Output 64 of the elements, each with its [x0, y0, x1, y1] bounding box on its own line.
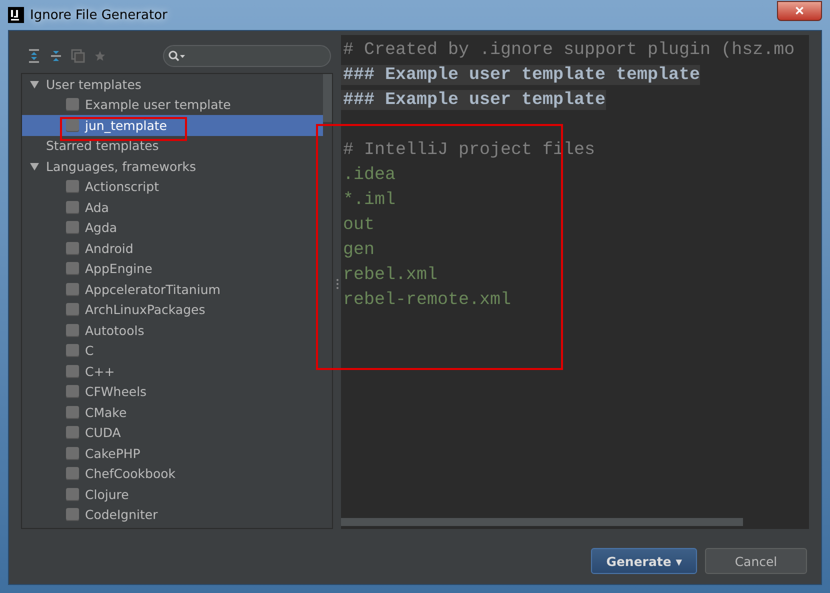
tree-item[interactable]: CodeIgniter [22, 504, 323, 525]
checkbox[interactable] [66, 118, 79, 132]
window-title: Ignore File Generator [30, 8, 168, 22]
tree-group-label[interactable]: Starred templates [46, 138, 159, 154]
checkbox[interactable] [66, 282, 79, 296]
checkbox[interactable] [66, 324, 79, 337]
tree-group-label[interactable]: User templates [46, 76, 142, 92]
tree-item[interactable]: Clojure [22, 484, 323, 504]
search-field[interactable] [163, 45, 331, 67]
scrollbar[interactable] [341, 518, 743, 526]
tree-item[interactable]: C++ [22, 361, 323, 382]
star-icon[interactable] [93, 49, 107, 63]
generate-button[interactable]: Generate ▾ [591, 548, 697, 574]
code-line: .idea [342, 164, 396, 184]
checkbox[interactable] [66, 262, 79, 276]
checkbox[interactable] [66, 385, 79, 398]
checkbox[interactable] [66, 344, 79, 358]
cancel-button[interactable]: Cancel [705, 548, 807, 574]
tree-item[interactable]: Agda [22, 218, 323, 238]
code-line: gen [342, 240, 375, 260]
search-icon [168, 50, 186, 62]
tree-group-label[interactable]: Languages, frameworks [46, 158, 196, 174]
code-line: # Created by .ignore support plugin (hsz.mo [342, 40, 795, 60]
code-line: rebel-remote.xml [342, 290, 512, 310]
tree-item[interactable]: CUDA [22, 422, 323, 443]
tree-item[interactable]: Actionscript [22, 176, 323, 197]
tree-item[interactable]: AppEngine [22, 258, 323, 279]
checkbox[interactable] [66, 180, 79, 194]
tree-item[interactable]: ArchLinuxPackages [22, 300, 323, 320]
checkbox[interactable] [66, 467, 79, 480]
splitter-handle-icon[interactable] [336, 278, 338, 290]
tree-item[interactable]: CMake [22, 402, 323, 422]
app-logo-icon [8, 7, 24, 23]
tree-item[interactable]: CakePHP [22, 443, 323, 464]
tree-item[interactable]: Autotools [22, 320, 323, 340]
code-line: out [342, 214, 375, 234]
tree-item[interactable]: ChefCookbook [22, 464, 323, 484]
code-line: rebel.xml [342, 264, 438, 284]
expand-arrow-icon[interactable] [30, 80, 38, 89]
checkbox[interactable] [66, 303, 79, 316]
checkbox[interactable] [66, 488, 79, 501]
checkbox[interactable] [66, 98, 79, 112]
checkbox[interactable] [66, 406, 79, 419]
tree-item[interactable]: AppceleratorTitanium [22, 279, 323, 300]
checkbox[interactable] [66, 242, 79, 255]
code-line: *.iml [342, 190, 396, 210]
checkbox[interactable] [66, 200, 79, 214]
checkbox[interactable] [66, 364, 79, 378]
checkbox[interactable] [66, 221, 79, 234]
tree-item[interactable]: jun_template [22, 115, 323, 136]
tree-item[interactable]: CFWheels [22, 382, 323, 402]
tree-item[interactable]: Android [22, 238, 323, 258]
expand-arrow-icon[interactable] [30, 162, 38, 171]
copy-icon[interactable] [71, 49, 85, 63]
collapse-all-icon[interactable] [49, 49, 63, 63]
checkbox[interactable] [66, 446, 79, 460]
scrollbar[interactable] [323, 74, 332, 122]
close-button[interactable]: ✕ [777, 1, 822, 21]
tree-item[interactable]: Ada [22, 197, 323, 218]
checkbox[interactable] [66, 426, 79, 440]
tree-item[interactable]: C [22, 340, 323, 361]
tree-item[interactable]: Example user template [22, 94, 323, 115]
checkbox[interactable] [66, 508, 79, 522]
expand-all-icon[interactable] [27, 49, 41, 63]
